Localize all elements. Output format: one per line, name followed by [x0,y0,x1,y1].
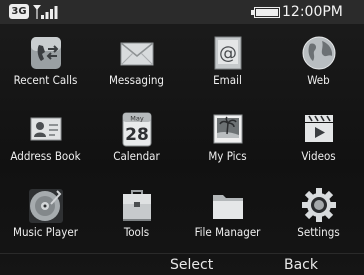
app-my-pics[interactable]: My Pics [182,100,273,170]
email-at-icon: @ [214,36,242,70]
softkey-divider [0,253,364,254]
app-label: File Manager [194,225,261,239]
softkey-bar: Select Back [0,256,364,275]
envelope-icon [120,42,154,66]
battery-icon [251,7,280,18]
app-videos[interactable]: Videos [273,100,364,170]
app-settings[interactable]: Settings [273,176,364,246]
select-softkey[interactable]: Select [170,256,230,275]
address-book-icon [30,117,62,141]
app-recent-calls[interactable]: Recent Calls [0,24,91,94]
app-label: Tools [123,225,150,239]
app-label: Settings [297,225,340,239]
calendar-month: May [130,115,144,123]
recent-calls-icon [31,37,61,69]
music-disc-icon [29,189,63,223]
app-label: Recent Calls [13,73,78,87]
app-tools[interactable]: Tools [91,176,182,246]
app-label: Address Book [10,149,81,163]
app-web[interactable]: Web [273,24,364,94]
network-badge: 3G [9,4,29,19]
app-address-book[interactable]: Address Book [0,100,91,170]
toolbox-icon [123,190,151,221]
app-label: My Pics [208,149,247,163]
app-music-player[interactable]: Music Player [0,176,91,246]
app-messaging[interactable]: Messaging [91,24,182,94]
calendar-icon: May 28 [122,112,152,147]
status-bar: 3G 12:00PM [0,0,364,24]
app-file-manager[interactable]: File Manager [182,176,273,246]
phone-screen: 3G 12:00PM Recent Calls Messaging @ Emai… [0,0,364,275]
calendar-day: 28 [125,125,149,145]
app-label: Web [307,73,330,87]
svg-text:@: @ [219,43,237,64]
back-softkey[interactable]: Back [284,256,334,275]
video-icon [305,115,333,142]
app-calendar[interactable]: May 28 Calendar [91,100,182,170]
clock-time: 12:00PM [282,4,343,20]
app-label: Calendar [113,149,160,163]
app-email[interactable]: @ Email [182,24,273,94]
folder-icon [213,195,243,219]
gear-icon [302,188,336,222]
globe-icon [302,36,336,70]
app-label: Messaging [109,73,164,87]
app-label: Email [213,73,242,87]
photo-icon [213,114,243,144]
app-label: Music Player [13,225,78,239]
app-label: Videos [301,149,336,163]
signal-bars-icon [33,5,58,19]
